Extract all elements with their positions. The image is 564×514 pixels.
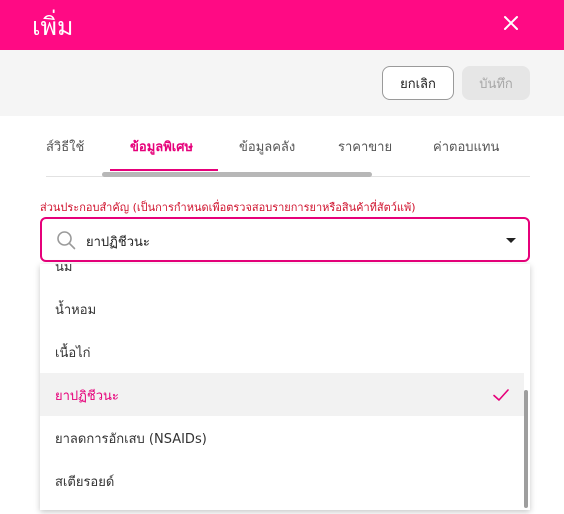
tab-bar: ส์วิธีใช้ ข้อมูลพิเศษ ข้อมูลคลัง ราคาขาย… — [46, 136, 530, 177]
dialog-title: เพิ่ม — [32, 12, 74, 41]
option-chicken[interactable]: เนื้อไก่ — [40, 330, 524, 373]
action-bar: ยกเลิก บันทึก — [0, 50, 564, 116]
option-milk[interactable]: นม — [40, 264, 524, 287]
dialog-header: เพิ่ม — [0, 0, 564, 50]
option-label: ยาลดการอักเสบ (NSAIDs) — [55, 432, 207, 447]
save-button[interactable]: บันทึก — [462, 66, 530, 100]
select-value: ยาปฏิชีวนะ — [86, 235, 150, 250]
active-tab-indicator — [110, 169, 218, 171]
option-perfume[interactable]: น้ำหอม — [40, 287, 524, 330]
options-dropdown: นม น้ำหอม เนื้อไก่ ยาปฏิชีวนะ ยาลดการอัก… — [40, 264, 530, 510]
option-nsaids[interactable]: ยาลดการอักเสบ (NSAIDs) — [40, 416, 524, 459]
option-label: เนื้อไก่ — [55, 346, 91, 361]
tab-scrollbar[interactable] — [102, 172, 372, 177]
tab-inventory[interactable]: ข้อมูลคลัง — [239, 136, 295, 157]
option-antibiotics[interactable]: ยาปฏิชีวนะ — [40, 373, 524, 416]
tab-price[interactable]: ราคาขาย — [338, 136, 392, 157]
option-label: น้ำหอม — [55, 303, 97, 318]
close-icon[interactable] — [502, 14, 520, 32]
ingredient-field-label: ส่วนประกอบสำคัญ (เป็นการกำหนดเพื่อตรวจสอ… — [40, 201, 416, 214]
cancel-button[interactable]: ยกเลิก — [382, 66, 454, 100]
dropdown-scrollbar[interactable] — [524, 390, 528, 508]
option-label: ยาปฏิชีวนะ — [55, 389, 119, 404]
tab-commission[interactable]: ค่าตอบแทน — [433, 136, 499, 157]
chevron-down-icon[interactable] — [506, 238, 516, 243]
ingredient-select[interactable]: ยาปฏิชีวนะ — [40, 217, 530, 262]
check-icon — [493, 389, 509, 401]
search-icon — [57, 231, 76, 250]
tab-usage[interactable]: ส์วิธีใช้ — [46, 136, 84, 157]
option-label: สเตียรอยด์ — [55, 475, 115, 490]
option-steroids[interactable]: สเตียรอยด์ — [40, 459, 524, 502]
tab-special-info[interactable]: ข้อมูลพิเศษ — [130, 136, 193, 157]
option-label: นม — [55, 264, 73, 275]
